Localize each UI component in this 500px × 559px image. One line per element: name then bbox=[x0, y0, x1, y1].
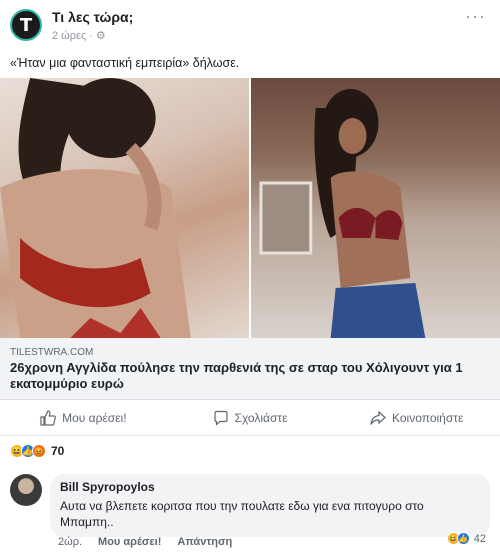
comment-icon bbox=[213, 410, 228, 426]
commenter-avatar[interactable] bbox=[10, 474, 42, 506]
comment-label: Σχολιάστε bbox=[234, 410, 288, 425]
comment-time[interactable]: 2ώρ. bbox=[58, 536, 82, 548]
like-label: Μου αρέσει! bbox=[62, 410, 127, 425]
reaction-count: 70 bbox=[51, 444, 65, 458]
post-time[interactable]: 2 ώρες bbox=[52, 30, 86, 42]
share-label: Κοινοποιήστε bbox=[392, 410, 464, 425]
link-preview[interactable]: TILESTWRA.COM 26χρονη Αγγλίδα πούλησε τη… bbox=[0, 338, 500, 400]
like-button[interactable]: Μου αρέσει! bbox=[0, 400, 167, 435]
comment-author[interactable]: Bill Spyropoylos bbox=[60, 480, 480, 494]
post-actions: Μου αρέσει! Σχολιάστε Κοινοποιήστε bbox=[0, 400, 500, 436]
reactions-summary[interactable]: 😆 👍 😡 70 bbox=[10, 444, 64, 458]
comment-text: Αυτα να βλεπετε κοριτσα που την πουλατε … bbox=[60, 499, 424, 529]
comment-reactions[interactable]: 😆 👍 42 bbox=[446, 532, 486, 545]
gear-icon[interactable]: ⚙ bbox=[96, 29, 106, 42]
thumbs-up-icon bbox=[40, 409, 56, 426]
comment-meta: 2ώρ. Μου αρέσει! Απάντηση bbox=[58, 536, 232, 548]
link-domain: TILESTWRA.COM bbox=[10, 347, 94, 358]
comment-reply-link[interactable]: Απάντηση bbox=[177, 536, 232, 548]
post-header: T Τι λες τώρα; 2 ώρες · ⚙ ··· bbox=[0, 0, 500, 50]
link-title[interactable]: 26χρονη Αγγλίδα πούλησε την παρθενιά της… bbox=[10, 360, 480, 392]
share-icon bbox=[370, 410, 386, 425]
like-reaction-icon: 👍 bbox=[456, 532, 470, 545]
page-name[interactable]: Τι λες τώρα; bbox=[52, 9, 133, 25]
comment-reaction-count: 42 bbox=[473, 532, 486, 545]
photo-right-illustration bbox=[259, 89, 426, 338]
angry-reaction-icon: 😡 bbox=[32, 444, 46, 458]
more-options-icon[interactable]: ··· bbox=[465, 6, 486, 27]
comment-like-link[interactable]: Μου αρέσει! bbox=[98, 536, 161, 548]
link-photos[interactable] bbox=[0, 78, 500, 338]
avatar-letter: T bbox=[19, 14, 33, 36]
photo-right[interactable] bbox=[251, 78, 500, 338]
meta-separator: · bbox=[89, 29, 93, 42]
share-button[interactable]: Κοινοποιήστε bbox=[333, 400, 500, 435]
page-avatar[interactable]: T bbox=[10, 9, 42, 41]
post-meta: 2 ώρες · ⚙ bbox=[52, 29, 106, 43]
post-text: «Ήταν μια φανταστική εμπειρία» δήλωσε. bbox=[10, 56, 240, 70]
photo-left-illustration bbox=[0, 78, 191, 338]
comment-bubble: Bill Spyropoylos Αυτα να βλεπετε κοριτσα… bbox=[50, 474, 490, 537]
photo-left[interactable] bbox=[0, 78, 249, 338]
comment-button[interactable]: Σχολιάστε bbox=[167, 400, 334, 435]
